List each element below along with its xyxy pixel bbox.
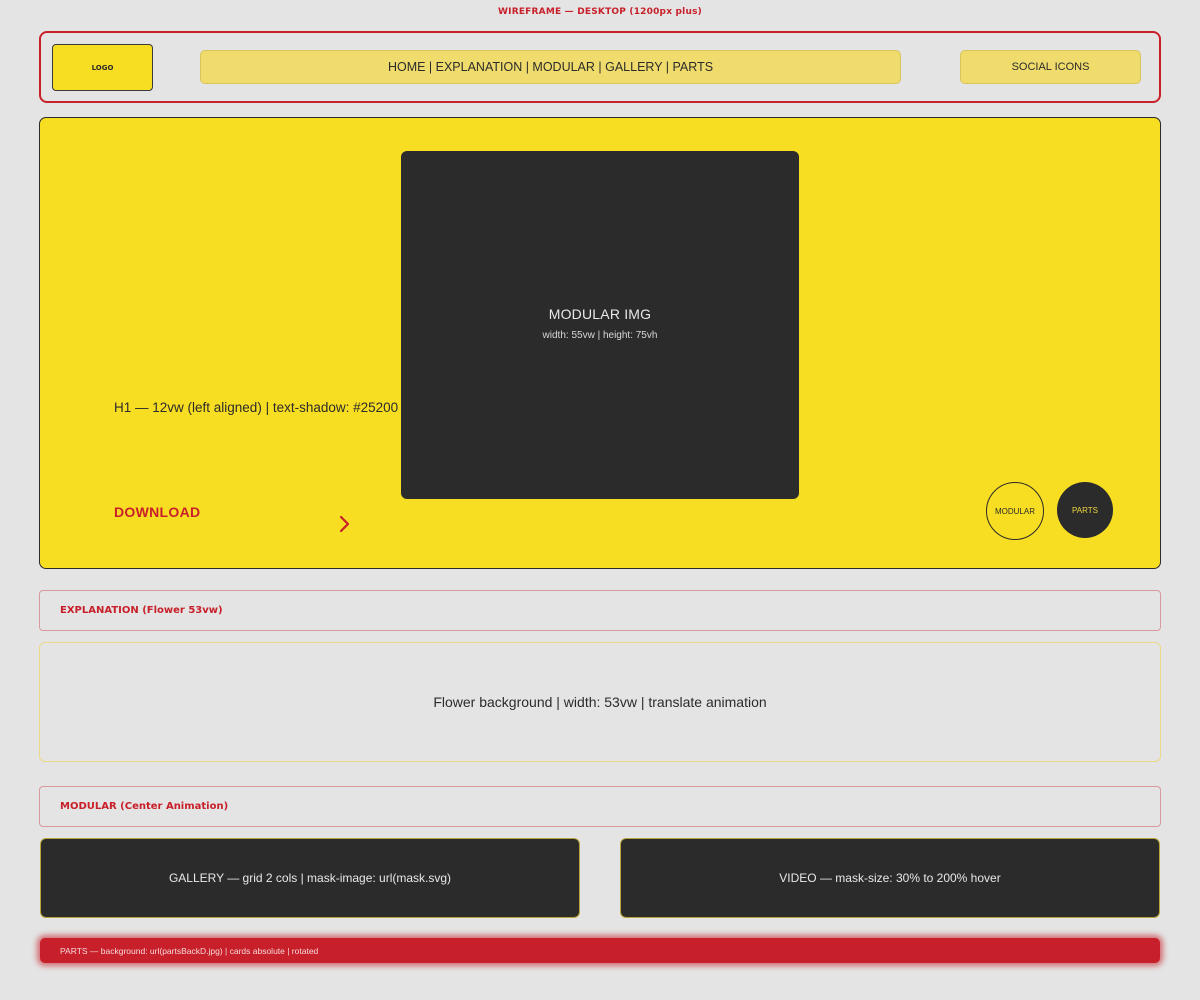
gallery-card[interactable]: GALLERY — grid 2 cols | mask-image: url(… — [40, 838, 580, 918]
modular-image-placeholder: MODULAR IMG width: 55vw | height: 75vh — [401, 151, 799, 499]
social-icons[interactable]: SOCIAL ICONS — [960, 50, 1141, 84]
parts-circle-button[interactable]: PARTS — [1057, 482, 1113, 538]
video-card[interactable]: VIDEO — mask-size: 30% to 200% hover — [620, 838, 1160, 918]
hero-heading-note: H1 — 12vw (left aligned) | text-shadow: … — [114, 400, 399, 415]
explanation-section-header: EXPLANATION (Flower 53vw) — [39, 590, 1161, 631]
modular-image-title: MODULAR IMG — [548, 306, 652, 322]
modular-image-dimensions: width: 55vw | height: 75vh — [542, 330, 658, 341]
logo[interactable]: LOGO — [52, 44, 153, 91]
modular-section-header: MODULAR (Center Animation) — [39, 786, 1161, 827]
chevron-right-icon[interactable] — [336, 514, 354, 534]
parts-bar: PARTS — background: url(partsBackD.jpg) … — [40, 938, 1160, 963]
page-title: WIREFRAME — DESKTOP (1200px plus) — [498, 7, 702, 17]
main-nav[interactable]: HOME | EXPLANATION | MODULAR | GALLERY |… — [200, 50, 901, 84]
download-link[interactable]: DOWNLOAD — [114, 504, 200, 520]
modular-circle-button[interactable]: MODULAR — [986, 482, 1044, 540]
flower-background-placeholder: Flower background | width: 53vw | transl… — [39, 642, 1161, 762]
